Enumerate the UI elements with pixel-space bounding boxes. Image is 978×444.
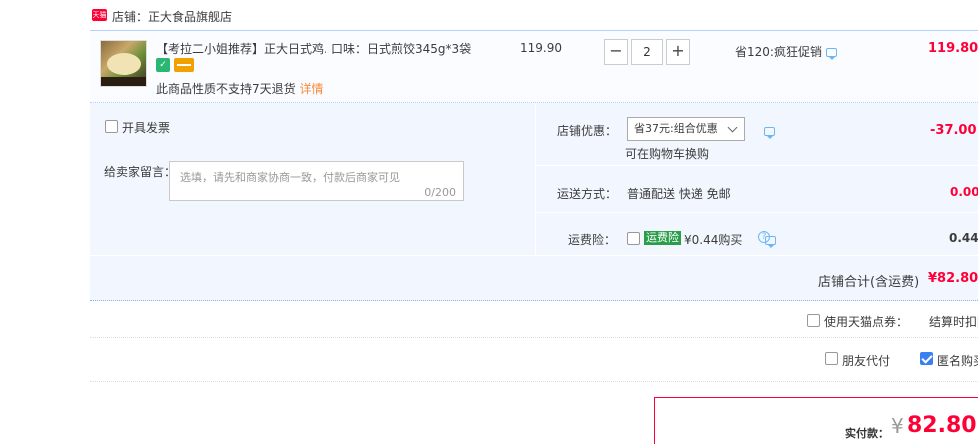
shipping-price: 0.00 [950,185,978,199]
coupon-discount-amount: -37.00 [930,123,977,138]
shipping-method-value: 普通配送 快递 免邮 [627,187,731,201]
shipping-insurance-label: 运费险： [568,233,617,247]
guarantee-badge-icon[interactable]: ✓ [156,58,170,72]
divider [536,212,978,213]
actual-payment-label: 实付款： [845,427,889,440]
order-item-row: 【考拉二小姐推荐】正大日式鸡... 口味：日式煎饺345g*3袋 ✓ 此商品性质… [90,30,978,103]
shipping-method-label: 运送方式： [557,187,618,201]
shop-total-value: ¥82.80 [928,271,978,286]
details-link[interactable]: 详情 [299,82,323,96]
shipping-insurance-tag: 运费险 [644,231,681,245]
invoice-checkbox[interactable] [105,120,118,133]
promotion-info: 省120:疯狂促销 [735,43,837,60]
payment-summary-box: 实付款： ¥ 82.80 [654,397,978,444]
friend-pay-label[interactable]: 朋友代付 [842,352,890,369]
shop-total-label: 店铺合计(含运费) [818,275,920,290]
order-options-panel: 开具发票 给卖家留言： 选填，请先和商家协商一致，付款后商家可见 0/200 店… [90,103,978,301]
product-thumbnail[interactable] [100,40,147,87]
tmall-points-row: 使用天猫点券： 结算时扣除 [90,303,978,338]
quantity-stepper: − + [604,39,690,65]
shop-header: 天猫 店铺：正大食品旗舰店 [90,0,978,30]
shipping-insurance-price: ¥0.44购买 [684,233,743,247]
promotion-text: 省120:疯狂促销 [735,45,822,59]
tmall-points-label[interactable]: 使用天猫点券： [824,313,908,330]
shop-name-link[interactable]: 店铺：正大食品旗舰店 [112,8,232,25]
item-total-price: 119.80 [928,41,978,56]
coupon-hint: 可在购物车换购 [625,147,710,161]
shop-coupon-label: 店铺优惠： [557,124,618,138]
actual-payment-amount: 82.80 [907,413,977,438]
seller-message-placeholder: 选填，请先和商家协商一致，付款后商家可见 [180,171,400,184]
currency-symbol: ¥ [891,414,904,438]
shop-coupon-selected: 省37元:组合优惠 [634,122,718,135]
no-return-text: 此商品性质不支持7天退货 [156,82,296,96]
chat-bubble-icon[interactable] [764,127,775,139]
anonymous-purchase-label[interactable]: 匿名购买 [937,352,978,369]
shipping-insurance-checkbox[interactable] [627,232,640,245]
divider [535,103,536,255]
product-title-link[interactable]: 【考拉二小姐推荐】正大日式鸡... [156,40,326,57]
tmall-points-deduct: 结算时扣除 [929,315,978,329]
chevron-down-icon [727,122,738,133]
product-sku-flavor: 口味：日式煎饺345g*3袋 [331,42,472,56]
tmall-points-checkbox[interactable] [807,314,820,327]
seller-message-label: 给卖家留言： [104,165,177,179]
quantity-input[interactable] [631,39,663,65]
quantity-increase-button[interactable]: + [666,39,690,65]
help-icon[interactable]: ? [758,231,770,243]
no-return-notice: 此商品性质不支持7天退货 详情 [156,80,323,97]
anonymous-purchase-checkbox[interactable] [920,352,933,365]
divider [90,255,978,256]
chat-bubble-icon[interactable] [825,48,837,60]
shipping-insurance-amount: 0.44 [949,231,978,245]
payment-options-row: 朋友代付 匿名购买 [90,338,978,382]
shop-coupon-select[interactable]: 省37元:组合优惠 [627,117,745,141]
invoice-label[interactable]: 开具发票 [122,119,170,136]
divider [536,165,978,166]
tmall-logo-icon: 天猫 [92,9,107,21]
unit-price: 119.90 [520,41,562,55]
seller-message-input[interactable]: 选填，请先和商家协商一致，付款后商家可见 0/200 [169,161,464,201]
quantity-decrease-button[interactable]: − [604,39,628,65]
card-payment-badge-icon[interactable] [174,58,194,72]
seller-message-char-count: 0/200 [424,186,456,199]
friend-pay-checkbox[interactable] [825,352,838,365]
